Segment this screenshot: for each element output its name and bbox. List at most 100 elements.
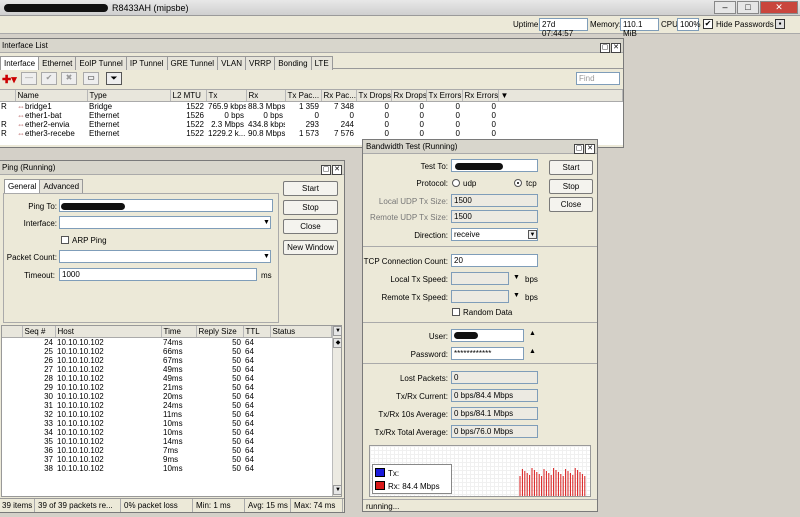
find-input[interactable]: Find	[576, 72, 620, 85]
table-row[interactable]: R ⇔ether2-envia Ethernet 1522 2.3 Mbps 434.8 …	[0, 120, 623, 129]
password-field[interactable]: ************	[451, 347, 524, 360]
table-row[interactable]: 28 10.10.10.102 49ms 50 64	[2, 374, 332, 383]
table-row[interactable]: 32 10.10.10.102 11ms 50 64	[2, 410, 332, 419]
tab-vlan[interactable]: VLAN	[217, 56, 246, 70]
tab-ip-tunnel[interactable]: IP Tunnel	[125, 56, 168, 70]
ping-scrollbar[interactable]: ▼ ◆ ▼	[332, 326, 341, 496]
column-header[interactable]: Rx Pac...	[321, 90, 357, 102]
dropdown-arrow-icon[interactable]: ▼	[263, 253, 270, 260]
column-header[interactable]: Type	[87, 90, 171, 102]
dropdown-arrow-icon[interactable]: ▼	[513, 274, 520, 281]
bandwidth-start-button[interactable]: Start	[549, 160, 593, 175]
remote-tx-speed-field[interactable]	[451, 290, 509, 303]
direction-select[interactable]: receive	[451, 228, 538, 241]
column-header[interactable]: L2 MTU	[170, 90, 207, 102]
tab-ethernet[interactable]: Ethernet	[38, 56, 77, 70]
table-row[interactable]: 31 10.10.10.102 24ms 50 64	[2, 401, 332, 410]
tab-gre-tunnel[interactable]: GRE Tunnel	[166, 56, 219, 70]
column-header[interactable]: Rx Drops	[391, 90, 427, 102]
ping-stop-button[interactable]: Stop	[283, 200, 338, 215]
column-header[interactable]: Seq #	[22, 326, 56, 338]
restore-icon[interactable]: ▢	[321, 165, 331, 175]
column-header[interactable]: Status	[270, 326, 332, 338]
column-header[interactable]: Name	[15, 90, 88, 102]
table-row[interactable]: 30 10.10.10.102 20ms 50 64	[2, 392, 332, 401]
column-header[interactable]: Tx Errors	[426, 90, 463, 102]
bandwidth-stop-button[interactable]: Stop	[549, 179, 593, 194]
column-header[interactable]: Host	[55, 326, 162, 338]
collapse-arrow-icon[interactable]: ▲	[529, 330, 536, 337]
arp-ping-checkbox[interactable]	[61, 236, 69, 244]
minimize-button[interactable]: –	[714, 1, 736, 14]
dropdown-arrow-icon[interactable]: ▼	[513, 292, 520, 299]
column-header[interactable]: Tx Drops	[356, 90, 392, 102]
column-header[interactable]: Time	[161, 326, 197, 338]
timeout-field[interactable]: 1000	[59, 268, 257, 281]
close-icon[interactable]: ✕	[585, 144, 595, 154]
tab-lte[interactable]: LTE	[310, 56, 333, 70]
table-row[interactable]: 34 10.10.10.102 10ms 50 64	[2, 428, 332, 437]
local-tx-speed-field[interactable]	[451, 272, 509, 285]
remote-udp-field[interactable]: 1500	[451, 210, 538, 223]
hide-passwords-checkbox[interactable]: ✔	[703, 19, 713, 29]
close-icon[interactable]: ✕	[332, 165, 342, 175]
tab-vrrp[interactable]: VRRP	[244, 56, 276, 70]
table-row[interactable]: 25 10.10.10.102 66ms 50 64	[2, 347, 332, 356]
tcp-connection-field[interactable]: 20	[451, 254, 538, 267]
column-header[interactable]: Tx Pac...	[285, 90, 322, 102]
new-window-button[interactable]: New Window	[283, 240, 338, 255]
bandwidth-close-button[interactable]: Close	[549, 197, 593, 212]
add-icon[interactable]: ✚▾	[2, 73, 17, 86]
remove-icon[interactable]: —	[21, 72, 37, 85]
table-row[interactable]: 26 10.10.10.102 67ms 50 64	[2, 356, 332, 365]
table-row[interactable]: 27 10.10.10.102 49ms 50 64	[2, 365, 332, 374]
column-header[interactable]: Reply Size	[196, 326, 244, 338]
udp-radio[interactable]	[452, 179, 460, 187]
table-row[interactable]: 38 10.10.10.102 10ms 50 64	[2, 464, 332, 473]
table-row[interactable]: 35 10.10.10.102 14ms 50 64	[2, 437, 332, 446]
interface-select[interactable]	[59, 216, 271, 229]
column-header[interactable]: Rx	[246, 90, 286, 102]
table-row[interactable]: R ⇔ether3-recebe Ethernet 1522 1229.2 k... 90…	[0, 129, 623, 138]
scroll-up-icon[interactable]: ◆	[333, 338, 341, 348]
restore-icon[interactable]: ▢	[600, 43, 610, 53]
ping-close-button[interactable]: Close	[283, 219, 338, 234]
filter-icon[interactable]: ⏷	[106, 72, 122, 85]
close-window-button[interactable]: ✕	[760, 1, 798, 14]
tcp-radio[interactable]	[514, 179, 522, 187]
tab-general[interactable]: General	[4, 179, 41, 193]
column-menu-icon[interactable]: ▼	[498, 90, 623, 102]
random-data-checkbox[interactable]	[452, 308, 460, 316]
column-header[interactable]: Rx Errors	[462, 90, 499, 102]
column-header[interactable]: TTL	[243, 326, 271, 338]
packet-count-select[interactable]	[59, 250, 271, 263]
table-row[interactable]: 37 10.10.10.102 9ms 50 64	[2, 455, 332, 464]
ping-start-button[interactable]: Start	[283, 181, 338, 196]
maximize-button[interactable]: □	[737, 1, 759, 14]
tab-advanced[interactable]: Advanced	[39, 179, 84, 193]
column-header[interactable]: Tx	[206, 90, 247, 102]
column-header[interactable]	[0, 90, 16, 102]
table-row[interactable]: 36 10.10.10.102 7ms 50 64	[2, 446, 332, 455]
collapse-arrow-icon[interactable]: ▲	[529, 348, 536, 355]
table-row[interactable]: ⇔ether1-bat Ethernet 1526 0 bps 0 bps 0 0 0 0 0 0	[0, 111, 623, 120]
scroll-menu-icon[interactable]: ▼	[333, 326, 341, 336]
comment-icon[interactable]: ▭	[83, 72, 99, 85]
table-row[interactable]: R ⇔bridge1 Bridge 1522 765.9 kbps 88.3 Mbps 1 …	[0, 101, 623, 111]
tab-bonding[interactable]: Bonding	[274, 56, 312, 70]
restore-icon[interactable]: ▢	[574, 144, 584, 154]
local-udp-field[interactable]: 1500	[451, 194, 538, 207]
tab-eoip-tunnel[interactable]: EoIP Tunnel	[75, 56, 127, 70]
table-row[interactable]: 33 10.10.10.102 10ms 50 64	[2, 419, 332, 428]
column-header[interactable]	[2, 326, 23, 338]
scroll-down-icon[interactable]: ▼	[333, 485, 341, 495]
dropdown-arrow-icon[interactable]: ▼	[528, 230, 537, 239]
disable-icon[interactable]: ✖	[61, 72, 77, 85]
tab-interface[interactable]: Interface	[0, 56, 40, 70]
dropdown-arrow-icon[interactable]: ▼	[263, 219, 270, 226]
enable-icon[interactable]: ✔	[41, 72, 57, 85]
lock-icon[interactable]: ▪	[775, 19, 785, 29]
close-icon[interactable]: ✕	[611, 43, 621, 53]
table-row[interactable]: 24 10.10.10.102 74ms 50 64	[2, 337, 332, 347]
table-row[interactable]: 29 10.10.10.102 21ms 50 64	[2, 383, 332, 392]
